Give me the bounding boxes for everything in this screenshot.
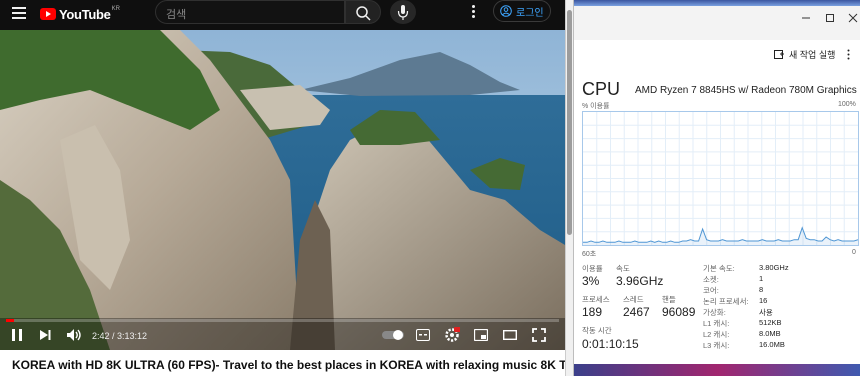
spec-value: 8 [759, 285, 764, 294]
more-options-icon[interactable] [847, 49, 850, 60]
spec-value: 1 [759, 274, 764, 283]
threads-label: 스레드 [623, 295, 644, 304]
pause-icon[interactable] [10, 328, 24, 342]
more-vert-icon[interactable] [472, 5, 476, 19]
spec-value: 512KB [759, 318, 782, 327]
cpu-model: AMD Ryzen 7 8845HS w/ Radeon 780M Graphi… [635, 85, 857, 96]
search-input[interactable]: 검색 [155, 0, 345, 24]
autoplay-toggle[interactable] [382, 330, 406, 340]
close-icon[interactable] [848, 13, 858, 23]
spec-key: 가상화: [703, 308, 726, 317]
youtube-header: YouTube KR 검색 로그인 [0, 0, 565, 28]
graph-util-label: % 이용률 [582, 103, 610, 110]
util-value: 3% [582, 274, 600, 288]
spec-value: 16.0MB [759, 340, 785, 349]
video-title-bar: KOREA with HD 8K ULTRA (60 FPS)- Travel … [0, 350, 575, 376]
spec-key: 기본 속도: [703, 264, 735, 273]
menu-icon[interactable] [12, 7, 26, 19]
region-badge: KR [111, 6, 120, 12]
voice-search-button[interactable] [390, 0, 416, 24]
spec-key: L1 캐시: [703, 319, 730, 328]
util-label: 이용률 [582, 264, 603, 273]
youtube-play-icon [40, 8, 56, 20]
account-icon [500, 5, 512, 17]
spec-key: 소켓: [703, 275, 719, 284]
login-label: 로그인 [516, 7, 544, 19]
graph-time-window: 60초 [582, 251, 597, 258]
handles-label: 핸들 [662, 295, 676, 304]
cpu-usage-graph-svg [583, 112, 859, 245]
settings-icon[interactable] [444, 327, 460, 343]
search-icon [356, 6, 371, 21]
next-icon[interactable] [38, 328, 52, 342]
desktop-wallpaper-strip [574, 364, 860, 376]
speed-label: 속도 [616, 264, 630, 273]
spec-value: 3.80GHz [759, 263, 789, 272]
new-task-icon [774, 50, 784, 59]
login-button[interactable]: 로그인 [493, 0, 551, 22]
page-scrollbar[interactable] [565, 0, 573, 376]
theater-icon[interactable] [503, 330, 517, 340]
spec-key: 논리 프로세서: [703, 297, 749, 306]
spec-key: 코어: [703, 286, 719, 295]
processes-label: 프로세스 [582, 295, 610, 304]
graph-zero-label: 0 [852, 249, 856, 256]
fullscreen-icon[interactable] [532, 328, 546, 342]
task-manager-titlebar [574, 0, 860, 40]
new-task-button[interactable]: 새 작업 실행 [774, 48, 850, 61]
spec-value: 사용 [759, 308, 773, 317]
uptime-label: 작동 시간 [582, 326, 612, 335]
spec-value: 16 [759, 296, 768, 305]
volume-icon[interactable] [66, 328, 82, 342]
search-placeholder: 검색 [166, 9, 187, 21]
miniplayer-icon[interactable] [474, 329, 488, 341]
minimize-icon[interactable] [801, 13, 811, 23]
cpu-usage-graph [582, 111, 859, 246]
task-manager-window: 새 작업 실행 CPU AMD Ryzen 7 8845HS w/ Radeon… [573, 0, 860, 376]
graph-max-label: 100% [838, 101, 856, 108]
spec-value: 8.0MB [759, 329, 781, 338]
processes-value: 189 [582, 305, 603, 319]
uptime-value: 0:01:10:15 [582, 337, 639, 351]
spec-key: L3 캐시: [703, 341, 730, 350]
youtube-window: YouTube KR 검색 로그인 2:42 / 3:13:12 KOREA w… [0, 0, 575, 376]
logo-text: YouTube [59, 6, 111, 22]
new-task-label: 새 작업 실행 [789, 50, 836, 60]
video-title[interactable]: KOREA with HD 8K ULTRA (60 FPS)- Travel … [12, 358, 575, 372]
video-player[interactable] [0, 30, 565, 350]
scrollbar-thumb[interactable] [567, 10, 572, 235]
video-frame [0, 30, 565, 350]
threads-value: 2467 [623, 305, 650, 319]
handles-value: 96089 [662, 305, 696, 319]
mic-icon [397, 5, 409, 20]
cpu-heading: CPU [582, 79, 621, 99]
time-display: 2:42 / 3:13:12 [92, 331, 148, 341]
window-accent-strip [574, 0, 860, 6]
youtube-logo[interactable]: YouTube KR [40, 5, 120, 23]
maximize-icon[interactable] [825, 13, 835, 23]
screen: YouTube KR 검색 로그인 2:42 / 3:13:12 KOREA w… [0, 0, 860, 376]
search-button[interactable] [345, 0, 381, 24]
speed-value: 3.96GHz [616, 274, 664, 288]
subtitles-icon[interactable] [416, 329, 430, 341]
spec-key: L2 캐시: [703, 330, 730, 339]
player-controls: 2:42 / 3:13:12 [0, 318, 565, 350]
